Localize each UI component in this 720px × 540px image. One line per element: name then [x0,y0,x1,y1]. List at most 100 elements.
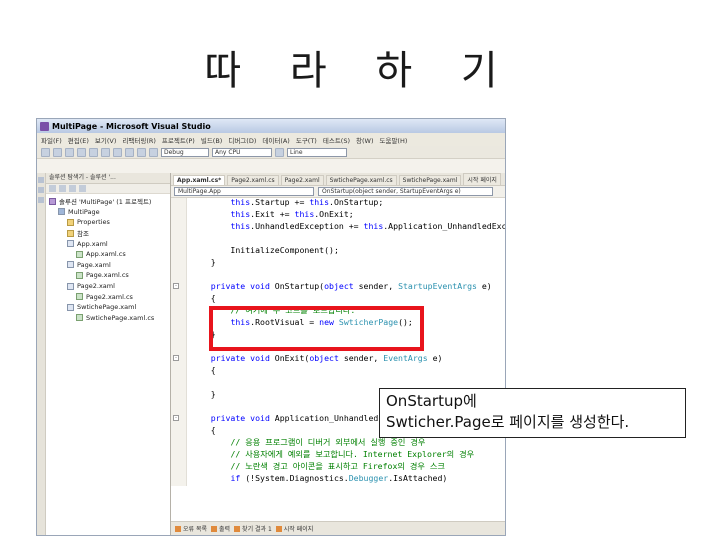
document-tab[interactable]: SwtichePage.xaml.cs [325,175,397,185]
menu-item[interactable]: 창(W) [356,135,373,145]
member-dropdown[interactable]: OnStartup(object sender, StartupEventArg… [318,187,493,196]
menu-item[interactable]: 리팩터링(R) [122,135,156,145]
open-file-icon[interactable] [53,147,62,157]
menu-item[interactable]: 디버그(D) [228,135,256,145]
code-token: .UnhandledException += [250,221,364,231]
config-select[interactable]: Debug [161,147,209,157]
code-token: .Startup += [250,198,310,207]
workspace: 솔루션 탐색기 - 솔루션 '... 솔루션 'MultiPage' (1 프로… [37,173,505,535]
code-token: this [230,221,251,231]
code-token: private void [210,281,270,291]
data-sources-icon[interactable] [38,197,44,203]
view-code-icon[interactable] [79,185,86,192]
menu-item[interactable]: 테스트(S) [323,135,350,145]
bottom-tab[interactable]: 찾기 결과 1 [234,524,272,533]
tree-item[interactable]: MultiPage [46,207,170,218]
find-icon[interactable] [275,147,284,157]
bottom-tab[interactable]: 시작 페이지 [275,524,314,533]
tree-item[interactable]: Page.xaml [46,260,170,271]
xaml-icon [67,261,74,269]
toolbox-strip [37,173,46,535]
bottom-tab[interactable]: 출력 [211,524,230,533]
show-all-files-icon[interactable] [59,185,66,192]
code-text: } [191,256,216,268]
menu-item[interactable]: 편집(E) [68,135,89,145]
tree-item-label: SwtichePage.xaml.cs [86,313,155,322]
menu-item[interactable]: 빌드(B) [201,135,223,145]
code-line: { [171,364,505,376]
refresh-icon[interactable] [69,185,76,192]
code-token: (!System.Diagnostics. [240,473,349,483]
document-tab[interactable]: 시작 페이지 [463,173,501,185]
new-project-icon[interactable] [41,147,50,157]
menu-bar: 파일(F) 편집(E) 보기(V) 리팩터링(R) 프로젝트(P) 빌드(B) 디버그(D)… [37,133,505,146]
menu-item[interactable]: 프로젝트(P) [162,135,195,145]
window-title: MultiPage - Microsoft Visual Studio [52,121,211,131]
redo-icon[interactable] [137,147,146,157]
cs-icon [76,271,83,279]
tree-item[interactable]: Page.xaml.cs [46,270,170,281]
paste-icon[interactable] [113,147,122,157]
properties-icon[interactable] [49,185,56,192]
toolbox-icon[interactable] [38,177,44,183]
start-debug-icon[interactable] [149,147,158,157]
collapse-toggle-icon[interactable]: - [173,415,179,421]
code-token: e) [427,353,443,363]
document-tab[interactable]: Page2.xaml.cs [227,175,279,185]
document-tab[interactable]: SwtichePage.xaml [398,175,462,185]
code-token: object [309,353,339,363]
collapse-toggle-icon[interactable]: - [173,283,179,289]
undo-icon[interactable] [125,147,134,157]
code-token: InitializeComponent(); [191,245,339,255]
code-text: this.UnhandledException += this.Applicat… [191,220,505,232]
server-explorer-icon[interactable] [38,187,44,193]
xaml-icon [67,282,74,290]
tree-item[interactable]: 솔루션 'MultiPage' (1 프로젝트) [46,196,170,207]
code-token: // 응용 프로그램이 디버거 외부에서 실행 중인 경우 [230,437,426,447]
tree-item[interactable]: Page2.xaml.cs [46,291,170,302]
platform-select[interactable]: Any CPU [212,147,272,157]
xaml-icon [67,240,74,248]
tree-item[interactable]: SwtichePage.xaml.cs [46,313,170,324]
code-token: } [191,389,216,399]
code-text: { [191,484,235,486]
panel-icon [211,525,217,532]
tree-item[interactable]: SwtichePage.xaml [46,302,170,313]
tree-item[interactable]: Properties [46,217,170,228]
document-tab[interactable]: Page2.xaml [280,175,324,185]
code-text: { [191,292,216,304]
code-text: { [191,424,216,436]
tree-item[interactable]: App.xaml [46,238,170,249]
type-dropdown[interactable]: MultiPage.App [174,187,314,196]
bottom-tab-label: 시작 페이지 [283,526,314,533]
collapse-toggle-icon[interactable]: - [173,355,179,361]
code-line: InitializeComponent(); [171,244,505,256]
code-text: private void Application_UnhandledExce [191,412,398,424]
code-token: sender, [338,353,384,363]
code-text: InitializeComponent(); [191,244,339,256]
cut-icon[interactable] [89,147,98,157]
find-combo[interactable]: Line [287,147,347,157]
menu-item[interactable]: 도구(T) [296,135,317,145]
document-tab[interactable]: App.xaml.cs* [173,175,226,185]
code-token: // 노란색 경고 아이콘을 표시하고 Firefox의 경우 스크 [230,461,445,471]
folder-icon [67,229,74,237]
save-all-icon[interactable] [77,147,86,157]
menu-item[interactable]: 데이터(A) [262,135,289,145]
menu-item[interactable]: 도움말(H) [379,135,407,145]
menu-item[interactable]: 보기(V) [95,135,116,145]
menu-item[interactable]: 파일(F) [41,135,62,145]
tree-item-label: 솔루션 'MultiPage' (1 프로젝트) [59,198,152,207]
save-icon[interactable] [65,147,74,157]
tree-item[interactable]: App.xaml.cs [46,249,170,260]
code-line: { [171,292,505,304]
solution-explorer: 솔루션 탐색기 - 솔루션 '... 솔루션 'MultiPage' (1 프로… [46,173,171,535]
copy-icon[interactable] [101,147,110,157]
tree-item[interactable]: 참조 [46,228,170,239]
bottom-tab[interactable]: 오류 목록 [175,524,207,533]
tree-item[interactable]: Page2.xaml [46,281,170,292]
